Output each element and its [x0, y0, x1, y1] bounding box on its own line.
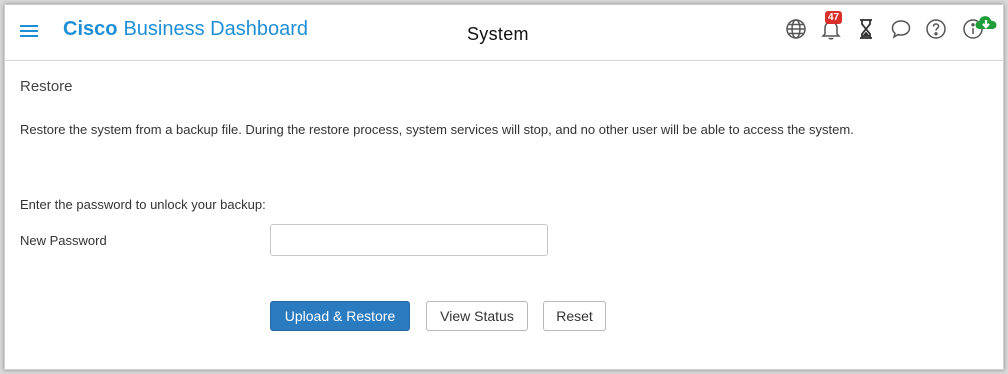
bell-icon[interactable]: 47 — [819, 11, 845, 43]
page-title: System — [467, 24, 529, 44]
globe-icon[interactable] — [784, 17, 810, 43]
top-header-bar: Cisco Business Dashboard System 47 — [5, 5, 1003, 61]
password-prompt: Enter the password to unlock your backup… — [20, 197, 266, 212]
reset-button[interactable]: Reset — [543, 301, 606, 331]
app-window: Cisco Business Dashboard System 47 Resto… — [4, 4, 1004, 370]
notification-count-badge: 47 — [825, 11, 843, 24]
upload-restore-button[interactable]: Upload & Restore — [270, 301, 410, 331]
hourglass-icon[interactable] — [854, 17, 880, 43]
help-icon[interactable] — [924, 17, 950, 43]
brand-product-name: Business Dashboard — [123, 18, 309, 40]
download-icon — [975, 16, 997, 29]
info-icon[interactable] — [961, 16, 997, 43]
new-password-label: New Password — [20, 233, 107, 248]
restore-description: Restore the system from a backup file. D… — [20, 122, 854, 137]
menu-icon[interactable] — [20, 22, 40, 38]
app-brand[interactable]: Cisco Business Dashboard — [63, 18, 308, 41]
section-title: Restore — [20, 78, 73, 95]
chat-icon[interactable] — [889, 17, 915, 43]
brand-cisco: Cisco — [63, 18, 118, 40]
new-password-input[interactable] — [270, 224, 548, 256]
view-status-button[interactable]: View Status — [426, 301, 528, 331]
